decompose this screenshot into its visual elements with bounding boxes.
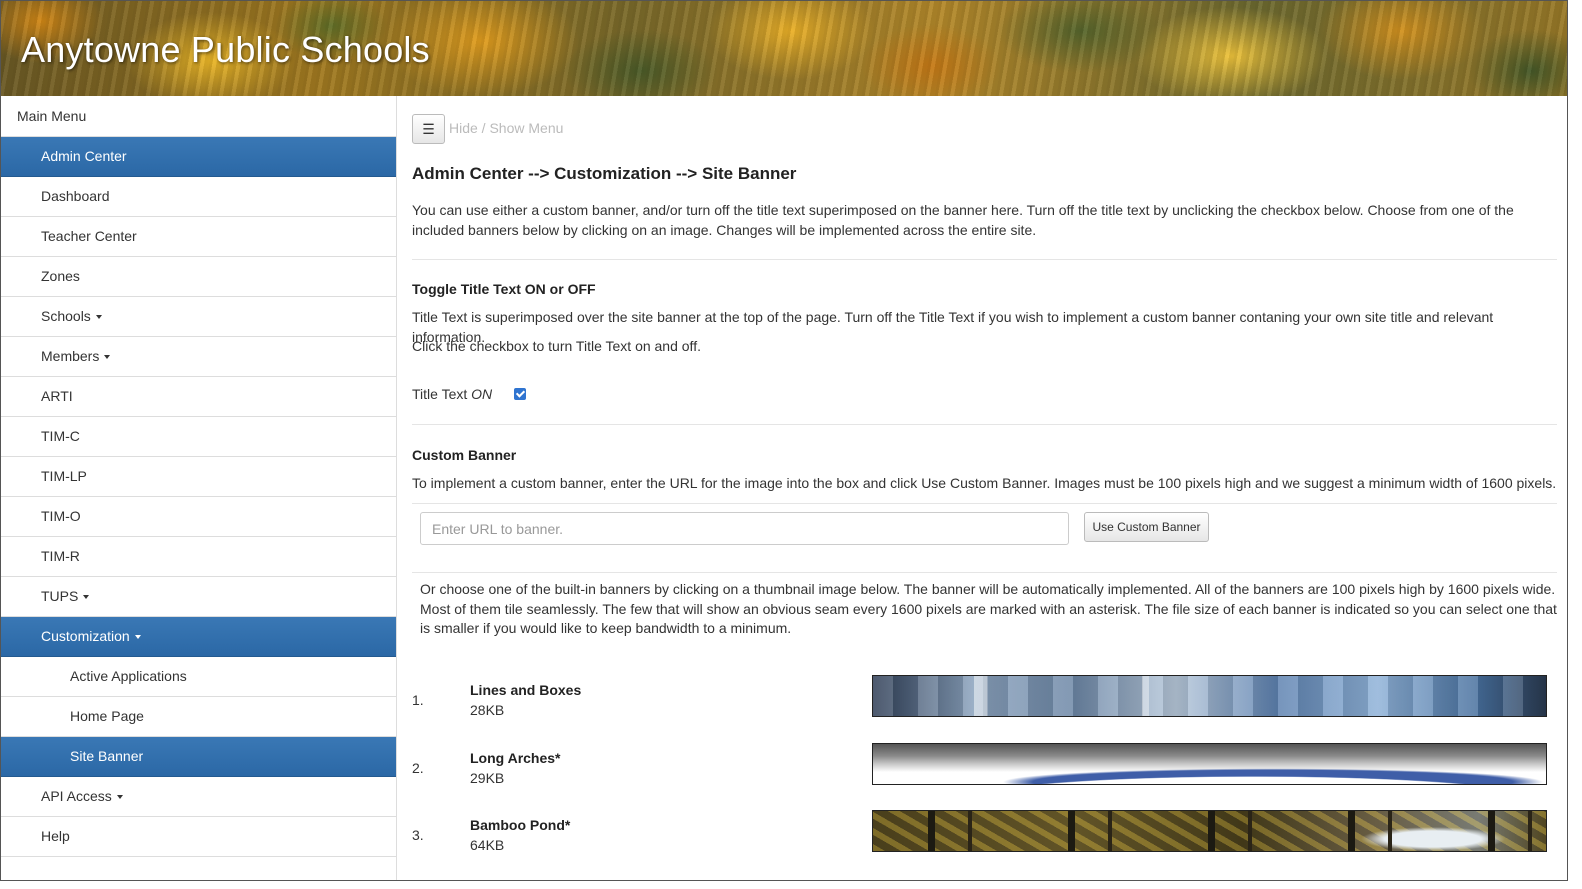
banner-name: Lines and Boxes bbox=[470, 682, 582, 698]
caret-down-icon bbox=[116, 795, 123, 800]
browser-page: Anytowne Public Schools Main Menu Admin … bbox=[0, 0, 1568, 881]
sidebar-item-active-applications[interactable]: Active Applications bbox=[1, 657, 396, 697]
sidebar-item-site-banner[interactable]: Site Banner bbox=[1, 737, 396, 777]
sidebar-item-label: Help bbox=[41, 828, 70, 844]
sidebar-item-customization[interactable]: Customization bbox=[1, 617, 396, 657]
banner-option: 1. Lines and Boxes 28KB bbox=[412, 675, 1557, 730]
title-text-state: ON bbox=[471, 386, 493, 402]
banner-thumbnail-bamboo-pond[interactable] bbox=[872, 810, 1547, 852]
sidebar-item-members[interactable]: Members bbox=[1, 337, 396, 377]
toggle-section-heading: Toggle Title Text ON or OFF bbox=[412, 281, 596, 297]
sidebar-item-label: Active Applications bbox=[70, 668, 187, 684]
sidebar-item-label: TIM-LP bbox=[41, 468, 87, 484]
page-title: Admin Center --> Customization --> Site … bbox=[412, 164, 797, 183]
banner-name: Bamboo Pond* bbox=[470, 817, 571, 833]
sidebar-item-zones[interactable]: Zones bbox=[1, 257, 396, 297]
banner-name: Long Arches* bbox=[470, 750, 561, 766]
main-menu-heading: Main Menu bbox=[1, 96, 396, 137]
menu-toggle-button[interactable]: ☰ bbox=[412, 114, 445, 144]
sidebar-item-label: Members bbox=[41, 348, 100, 364]
hamburger-icon: ☰ bbox=[422, 120, 435, 137]
sidebar-item-arti[interactable]: ARTI bbox=[1, 377, 396, 417]
sidebar-item-schools[interactable]: Schools bbox=[1, 297, 396, 337]
sidebar-item-api-access[interactable]: API Access bbox=[1, 777, 396, 817]
banner-number: 2. bbox=[412, 760, 424, 776]
banner-thumbnail-long-arches[interactable] bbox=[872, 743, 1547, 785]
hide-show-menu-label[interactable]: Hide / Show Menu bbox=[449, 120, 563, 136]
sidebar-item-admin-center[interactable]: Admin Center bbox=[1, 137, 396, 177]
toggle-section-instruction: Click the checkbox to turn Title Text on… bbox=[412, 338, 701, 354]
custom-banner-description: To implement a custom banner, enter the … bbox=[412, 475, 1557, 491]
sidebar-item-label: TIM-C bbox=[41, 428, 80, 444]
sidebar-item-label: Teacher Center bbox=[41, 228, 137, 244]
sidebar-item-dashboard[interactable]: Dashboard bbox=[1, 177, 396, 217]
sidebar-item-label: Zones bbox=[41, 268, 80, 284]
banner-number: 1. bbox=[412, 692, 424, 708]
sidebar-item-label: Schools bbox=[41, 308, 91, 324]
sidebar-item-label: TUPS bbox=[41, 588, 79, 604]
banner-size: 28KB bbox=[470, 702, 505, 718]
sidebar-item-label: TIM-R bbox=[41, 548, 80, 564]
caret-down-icon bbox=[95, 315, 102, 320]
sidebar-item-label: Customization bbox=[41, 628, 130, 644]
sidebar-item-label: Home Page bbox=[70, 708, 144, 724]
title-text-label: Title Text bbox=[412, 386, 468, 402]
sidebar-item-label: Site Banner bbox=[70, 748, 144, 764]
sidebar-item-tups[interactable]: TUPS bbox=[1, 577, 396, 617]
sidebar-item-label: API Access bbox=[41, 788, 112, 804]
caret-down-icon bbox=[104, 355, 111, 360]
sidebar-item-help[interactable]: Help bbox=[1, 817, 396, 857]
sidebar-item-label: Admin Center bbox=[41, 148, 127, 164]
divider bbox=[412, 503, 1557, 504]
banner-size: 64KB bbox=[470, 837, 505, 853]
builtin-banners-intro: Or choose one of the built-in banners by… bbox=[420, 581, 1557, 636]
banner-option: 2. Long Arches* 29KB bbox=[412, 743, 1557, 798]
caret-down-icon bbox=[83, 595, 90, 600]
sidebar-item-label: Dashboard bbox=[41, 188, 110, 204]
sidebar-item-teacher-center[interactable]: Teacher Center bbox=[1, 217, 396, 257]
sidebar-item-tim-o[interactable]: TIM-O bbox=[1, 497, 396, 537]
banner-number: 3. bbox=[412, 827, 424, 843]
sidebar-item-home-page[interactable]: Home Page bbox=[1, 697, 396, 737]
banner-url-input[interactable] bbox=[420, 512, 1069, 545]
site-banner: Anytowne Public Schools bbox=[1, 1, 1567, 96]
divider bbox=[412, 424, 1557, 425]
sidebar-item-label: ARTI bbox=[41, 388, 73, 404]
sidebar-item-tim-r[interactable]: TIM-R bbox=[1, 537, 396, 577]
banner-size: 29KB bbox=[470, 770, 505, 786]
intro-text: You can use either a custom banner, and/… bbox=[412, 202, 1514, 238]
custom-banner-heading: Custom Banner bbox=[412, 447, 517, 463]
caret-down-icon bbox=[134, 635, 141, 640]
sidebar-item-tim-c[interactable]: TIM-C bbox=[1, 417, 396, 457]
main-content: ☰ Hide / Show Menu Admin Center --> Cust… bbox=[412, 96, 1557, 880]
use-custom-banner-button[interactable]: Use Custom Banner bbox=[1084, 512, 1209, 542]
title-text-checkbox[interactable] bbox=[514, 388, 527, 401]
divider bbox=[412, 259, 1557, 260]
sidebar-menu: Main Menu Admin Center Dashboard Teacher C… bbox=[1, 96, 397, 880]
sidebar-item-label: TIM-O bbox=[41, 508, 81, 524]
divider bbox=[412, 572, 1557, 573]
site-title[interactable]: Anytowne Public Schools bbox=[21, 29, 430, 71]
title-text-toggle-row: Title Text ON bbox=[412, 386, 527, 402]
banner-option: 3. Bamboo Pond* 64KB bbox=[412, 810, 1557, 865]
banner-thumbnail-lines-and-boxes[interactable] bbox=[872, 675, 1547, 717]
sidebar-item-tim-lp[interactable]: TIM-LP bbox=[1, 457, 396, 497]
